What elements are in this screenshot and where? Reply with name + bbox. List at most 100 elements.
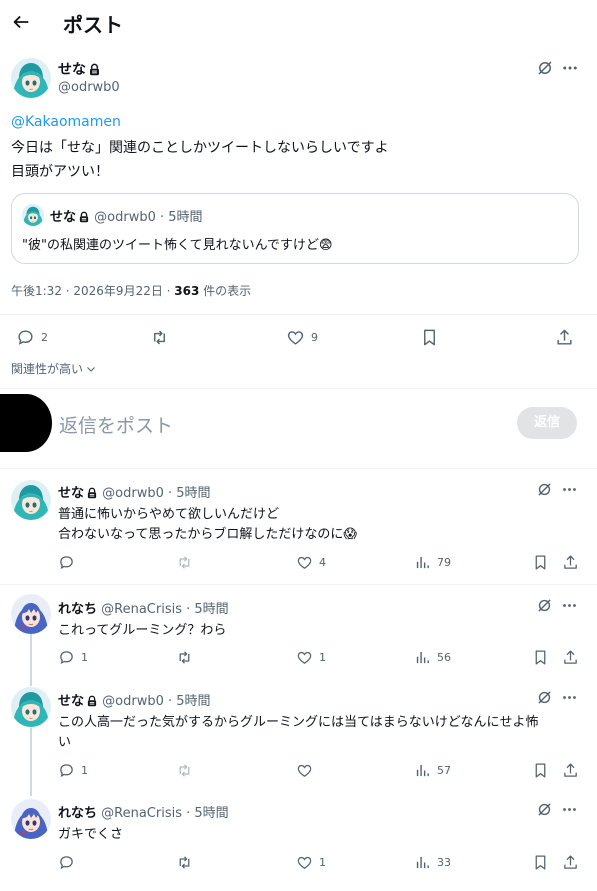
reply-button[interactable]: 1 — [58, 762, 88, 779]
share-icon — [555, 328, 574, 347]
reply-submit-button[interactable]: 返信 — [517, 407, 577, 439]
user-avatar[interactable] — [0, 394, 52, 452]
views-icon — [414, 649, 431, 666]
reply-button[interactable]: 1 — [58, 649, 88, 666]
quote-card[interactable]: せな @odrwb0 · 5時間 "彼"の私関連のツイート怖くて見れないんですけ… — [11, 193, 579, 264]
repost-icon — [176, 762, 193, 779]
reply-handle-time[interactable]: @RenaCrisis · 5時間 — [101, 602, 229, 617]
grok-icon[interactable] — [536, 59, 554, 77]
views-button[interactable]: 79 — [414, 554, 451, 571]
views-icon — [414, 854, 431, 871]
like-button[interactable] — [296, 762, 319, 779]
reply-author-name[interactable]: れなち — [58, 602, 97, 617]
bookmark-button[interactable] — [532, 854, 549, 871]
grok-icon[interactable] — [536, 801, 553, 818]
reply-icon — [58, 649, 75, 666]
post-timestamp: 午後1:32 · 2026年9月22日 · 363 件の表示 — [11, 284, 252, 298]
repost-icon — [150, 328, 169, 347]
share-button[interactable] — [562, 649, 579, 666]
reply-author-name[interactable]: せな — [58, 486, 84, 501]
bookmark-icon — [532, 649, 549, 666]
reply-text-line-1: この人高一だった気がするからグルーミングには当てはまらないけどなんにせよ怖 — [58, 715, 539, 730]
lock-icon — [86, 695, 98, 707]
back-arrow-icon[interactable] — [10, 11, 32, 33]
reply-compose-input[interactable]: 返信をポスト — [59, 411, 173, 438]
reply-handle-time[interactable]: @RenaCrisis · 5時間 — [101, 806, 229, 821]
avatar[interactable] — [11, 58, 51, 98]
like-icon — [296, 762, 313, 779]
reply-author-name[interactable]: れなち — [58, 806, 97, 821]
mention-link[interactable]: @Kakaomamen — [11, 114, 121, 130]
reply-item[interactable]: れなち @RenaCrisis · 5時間 これってグルーミング？わら 1 1 … — [0, 585, 597, 680]
reply-text-line-1: ガキでくさ — [58, 827, 124, 842]
like-icon — [286, 328, 305, 347]
share-icon — [562, 854, 579, 871]
quote-text: "彼"の私関連のツイート怖くて見れないんですけど😨 — [22, 238, 333, 253]
repost-button[interactable] — [176, 649, 193, 666]
reply-button[interactable]: 2 — [16, 328, 48, 347]
bookmark-button[interactable] — [532, 649, 549, 666]
sort-dropdown[interactable]: 関連性が高い — [11, 360, 97, 377]
bookmark-button[interactable] — [532, 762, 549, 779]
views-count: 363 — [174, 284, 200, 298]
share-button[interactable] — [562, 854, 579, 871]
share-icon — [562, 762, 579, 779]
grok-icon[interactable] — [536, 481, 553, 498]
reply-button[interactable] — [58, 554, 81, 571]
share-button[interactable] — [562, 762, 579, 779]
grok-icon[interactable] — [536, 597, 553, 614]
avatar[interactable] — [11, 594, 51, 634]
avatar[interactable] — [11, 480, 51, 520]
repost-button[interactable] — [150, 328, 169, 347]
reply-handle-time[interactable]: @odrwb0 · 5時間 — [102, 694, 210, 709]
like-button[interactable]: 1 — [296, 649, 326, 666]
more-icon[interactable] — [561, 59, 579, 77]
repost-button[interactable] — [176, 762, 193, 779]
more-icon[interactable] — [561, 801, 578, 818]
views-button[interactable]: 56 — [414, 649, 451, 666]
quote-time: 5時間 — [168, 210, 203, 225]
more-icon[interactable] — [561, 481, 578, 498]
repost-button[interactable] — [176, 854, 193, 871]
like-button[interactable]: 4 — [296, 554, 326, 571]
reply-meta: せな @odrwb0 · 5時間 — [58, 690, 211, 709]
repost-button[interactable] — [176, 554, 193, 571]
lock-icon — [78, 211, 90, 223]
views-button[interactable]: 33 — [414, 854, 451, 871]
like-button[interactable]: 1 — [296, 854, 326, 871]
reply-meta: れなち @RenaCrisis · 5時間 — [58, 802, 229, 821]
reply-button[interactable] — [58, 854, 81, 871]
quote-meta: せな @odrwb0 · 5時間 — [50, 210, 203, 225]
avatar[interactable] — [11, 799, 51, 839]
lock-icon — [86, 487, 98, 499]
reply-icon — [58, 554, 75, 571]
reply-icon — [58, 854, 75, 871]
reply-item[interactable]: せな @odrwb0 · 5時間 この人高一だった気がするからグルーミングには当… — [0, 678, 597, 788]
page-title: ポスト — [63, 13, 123, 37]
views-icon — [414, 554, 431, 571]
bookmark-button[interactable] — [532, 554, 549, 571]
bookmark-button[interactable] — [420, 328, 439, 347]
more-icon[interactable] — [561, 689, 578, 706]
author-name[interactable]: せな — [58, 59, 101, 79]
more-icon[interactable] — [561, 597, 578, 614]
share-button[interactable] — [562, 554, 579, 571]
like-button[interactable]: 9 — [286, 328, 318, 347]
like-icon — [296, 554, 313, 571]
reply-handle-time[interactable]: @odrwb0 · 5時間 — [102, 486, 210, 501]
avatar[interactable] — [11, 687, 51, 727]
lock-icon — [88, 63, 101, 76]
reply-item[interactable]: れなち @RenaCrisis · 5時間 ガキでくさ 1 33 — [0, 790, 597, 891]
reply-item[interactable]: せな @odrwb0 · 5時間 普通に怖いからやめて欲しいんだけど 合わないな… — [0, 469, 597, 584]
post-text-line-2: 目頭がアツい！ — [11, 164, 109, 180]
views-button[interactable]: 57 — [414, 762, 451, 779]
quote-avatar — [22, 204, 44, 226]
grok-icon[interactable] — [536, 689, 553, 706]
share-button[interactable] — [555, 328, 574, 347]
views-icon — [414, 762, 431, 779]
like-icon — [296, 854, 313, 871]
repost-icon — [176, 554, 193, 571]
reply-author-name[interactable]: せな — [58, 694, 84, 709]
bookmark-icon — [420, 328, 439, 347]
author-handle[interactable]: @odrwb0 — [58, 80, 120, 95]
